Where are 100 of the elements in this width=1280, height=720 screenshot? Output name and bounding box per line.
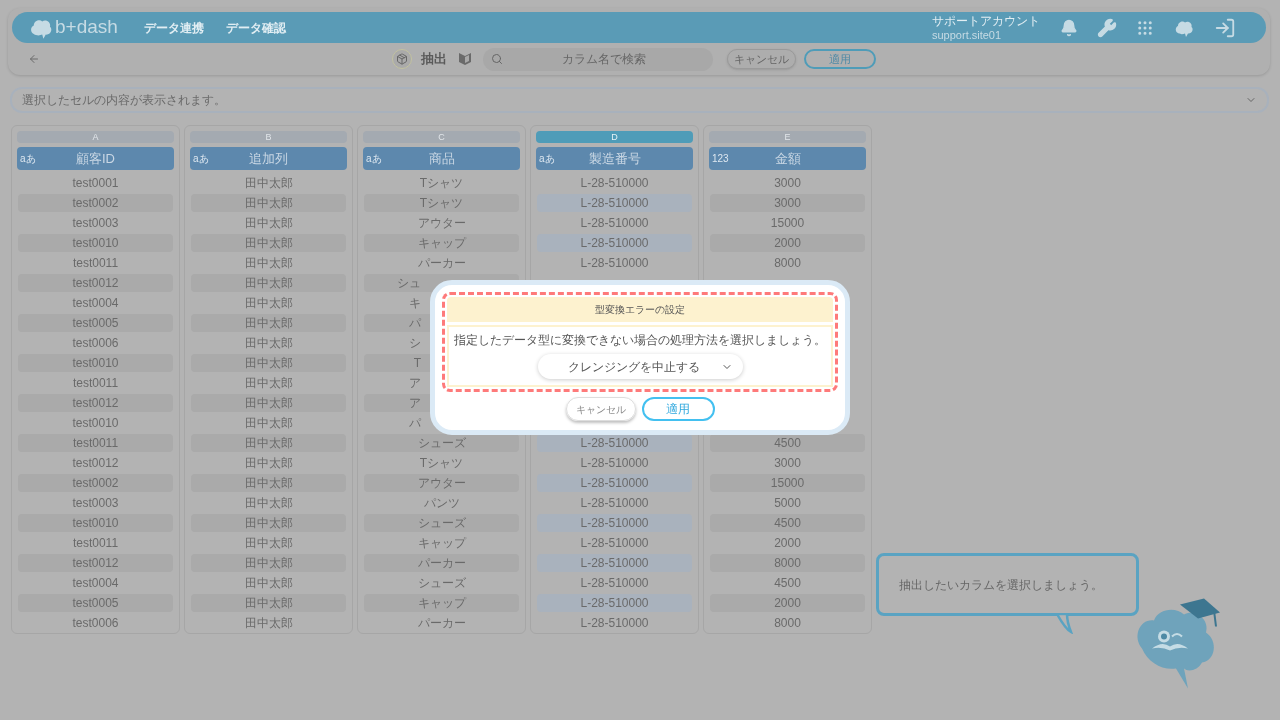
table-cell: test0011 xyxy=(18,434,173,452)
table-cell-text: test0006 xyxy=(71,335,120,352)
table-cell: 4500 xyxy=(710,434,865,452)
grid-icon[interactable] xyxy=(1136,18,1154,37)
table-cell-text: 3000 xyxy=(773,455,802,472)
table-cell-text: L-28-510000 xyxy=(579,255,650,272)
table-cell-text: L-28-510000 xyxy=(579,575,650,592)
table-cell-text: シ xyxy=(409,335,421,352)
cell-content-field[interactable]: 選択したセルの内容が表示されます。 xyxy=(10,87,1269,113)
table-cell-text: ア xyxy=(409,395,421,412)
table-cell-text: パーカー xyxy=(416,255,467,272)
dialog-apply-button[interactable]: 適用 xyxy=(641,397,715,421)
table-cell: 田中太郎 xyxy=(191,594,346,612)
table-cell-text: パンツ xyxy=(422,495,461,512)
cancel-button[interactable]: キャンセル xyxy=(727,49,796,69)
speech-bubble-tail xyxy=(1056,613,1073,634)
table-cell: 田中太郎 xyxy=(191,394,346,412)
table-cell-text: test0004 xyxy=(71,575,120,592)
table-cell-text: 田中太郎 xyxy=(243,375,294,392)
table-cell-text: test0003 xyxy=(71,495,120,512)
table-cell: シューズ xyxy=(364,514,519,532)
table-cell: 田中太郎 xyxy=(191,354,346,372)
table-cell-text: 3000 xyxy=(773,175,802,192)
wrench-icon[interactable] xyxy=(1097,17,1117,38)
search-icon xyxy=(491,53,503,65)
table-cell-text: test0011 xyxy=(71,375,120,392)
column-header[interactable]: aあ 製造番号 xyxy=(536,147,693,170)
table-cell: 15000 xyxy=(710,474,865,492)
table-cell-text: test0011 xyxy=(71,255,120,272)
table-cell: Tシャツ xyxy=(364,194,519,212)
column-name: 金額 xyxy=(774,149,801,168)
table-cell-text: ア xyxy=(409,375,421,392)
table-cell-text: Tシャツ xyxy=(418,455,465,472)
table-cell-text: L-28-510000 xyxy=(579,495,650,512)
table-cell-text: 田中太郎 xyxy=(243,495,294,512)
table-cell-text: シューズ xyxy=(416,575,467,592)
table-cell: L-28-510000 xyxy=(537,554,692,572)
column-header[interactable]: 123 金額 xyxy=(709,147,866,170)
apply-button[interactable]: 適用 xyxy=(804,49,876,69)
table-cell: test0010 xyxy=(18,234,173,252)
table-cell: test0002 xyxy=(18,474,173,492)
logo-text: b+dash xyxy=(55,15,118,40)
table-cell-text: L-28-510000 xyxy=(579,455,650,472)
table-cell-text: test0006 xyxy=(71,615,120,632)
search-field[interactable]: カラム名で検索 xyxy=(483,47,713,71)
dialog-title: 型変換エラーの設定 xyxy=(447,297,833,322)
type-label: aあ xyxy=(366,152,382,166)
table-cell: 田中太郎 xyxy=(191,234,346,252)
table-cell: 田中太郎 xyxy=(191,554,346,572)
table-cell-text: L-28-510000 xyxy=(579,615,650,632)
table-cell: シューズ xyxy=(364,434,519,452)
column-letter[interactable]: D xyxy=(536,131,693,143)
column-header[interactable]: aあ 顧客ID xyxy=(17,147,174,170)
table-cell-text: 田中太郎 xyxy=(243,255,294,272)
table-cell-text: L-28-510000 xyxy=(579,175,650,192)
table-cell: 田中太郎 xyxy=(191,194,346,212)
column-letter[interactable]: B xyxy=(190,131,347,143)
back-icon[interactable] xyxy=(28,53,40,65)
bell-icon[interactable] xyxy=(1060,18,1078,37)
logout-icon[interactable] xyxy=(1214,16,1236,39)
table-cell: test0012 xyxy=(18,554,173,572)
table-cell-text: キャップ xyxy=(416,535,468,552)
table-cell-text: 8000 xyxy=(773,615,802,632)
table-cell: test0010 xyxy=(18,354,173,372)
type-label: aあ xyxy=(193,152,209,166)
table-cell-text: 5000 xyxy=(773,495,802,512)
extract-icon xyxy=(392,49,412,69)
type-label: aあ xyxy=(20,152,36,166)
table-cell: 8000 xyxy=(710,554,865,572)
table-cell-text: 田中太郎 xyxy=(243,335,294,352)
table-cell-text: 田中太郎 xyxy=(243,535,294,552)
table-cell-text: 4500 xyxy=(773,575,802,592)
column-name: 商品 xyxy=(428,149,455,168)
column-header[interactable]: aあ 商品 xyxy=(363,147,520,170)
table-cell-text: 田中太郎 xyxy=(243,415,294,432)
table-cell: test0012 xyxy=(18,274,173,292)
type-label: 123 xyxy=(712,152,729,166)
column-header[interactable]: aあ 追加列 xyxy=(190,147,347,170)
column-name: 追加列 xyxy=(249,149,288,168)
option-dropdown[interactable]: クレンジングを中止する xyxy=(537,354,743,379)
table-cell-text: 田中太郎 xyxy=(243,615,294,632)
table-cell-text: パ xyxy=(409,415,421,432)
table-cell: パーカー xyxy=(364,554,519,572)
table-cell-text: キ xyxy=(409,295,421,312)
table-cell: test0002 xyxy=(18,194,173,212)
table-cell: 田中太郎 xyxy=(191,274,346,292)
table-cell-text: 田中太郎 xyxy=(243,295,294,312)
table-cell: test0005 xyxy=(18,594,173,612)
table-cell-text: 田中太郎 xyxy=(243,175,294,192)
table-cell-text: 8000 xyxy=(773,255,802,272)
nav-link[interactable]: データ確認 xyxy=(225,18,286,37)
nav-link[interactable]: データ連携 xyxy=(143,18,204,37)
table-cell-text: test0011 xyxy=(71,535,120,552)
table-cell: L-28-510000 xyxy=(537,194,692,212)
table-cell-text: パ xyxy=(409,315,421,332)
column-name: 顧客ID xyxy=(76,149,115,168)
table-cell-text: test0012 xyxy=(71,455,120,472)
table-cell-text: 田中太郎 xyxy=(243,215,294,232)
table-cell-text: test0004 xyxy=(71,295,120,312)
table-cell-text: 田中太郎 xyxy=(243,575,294,592)
